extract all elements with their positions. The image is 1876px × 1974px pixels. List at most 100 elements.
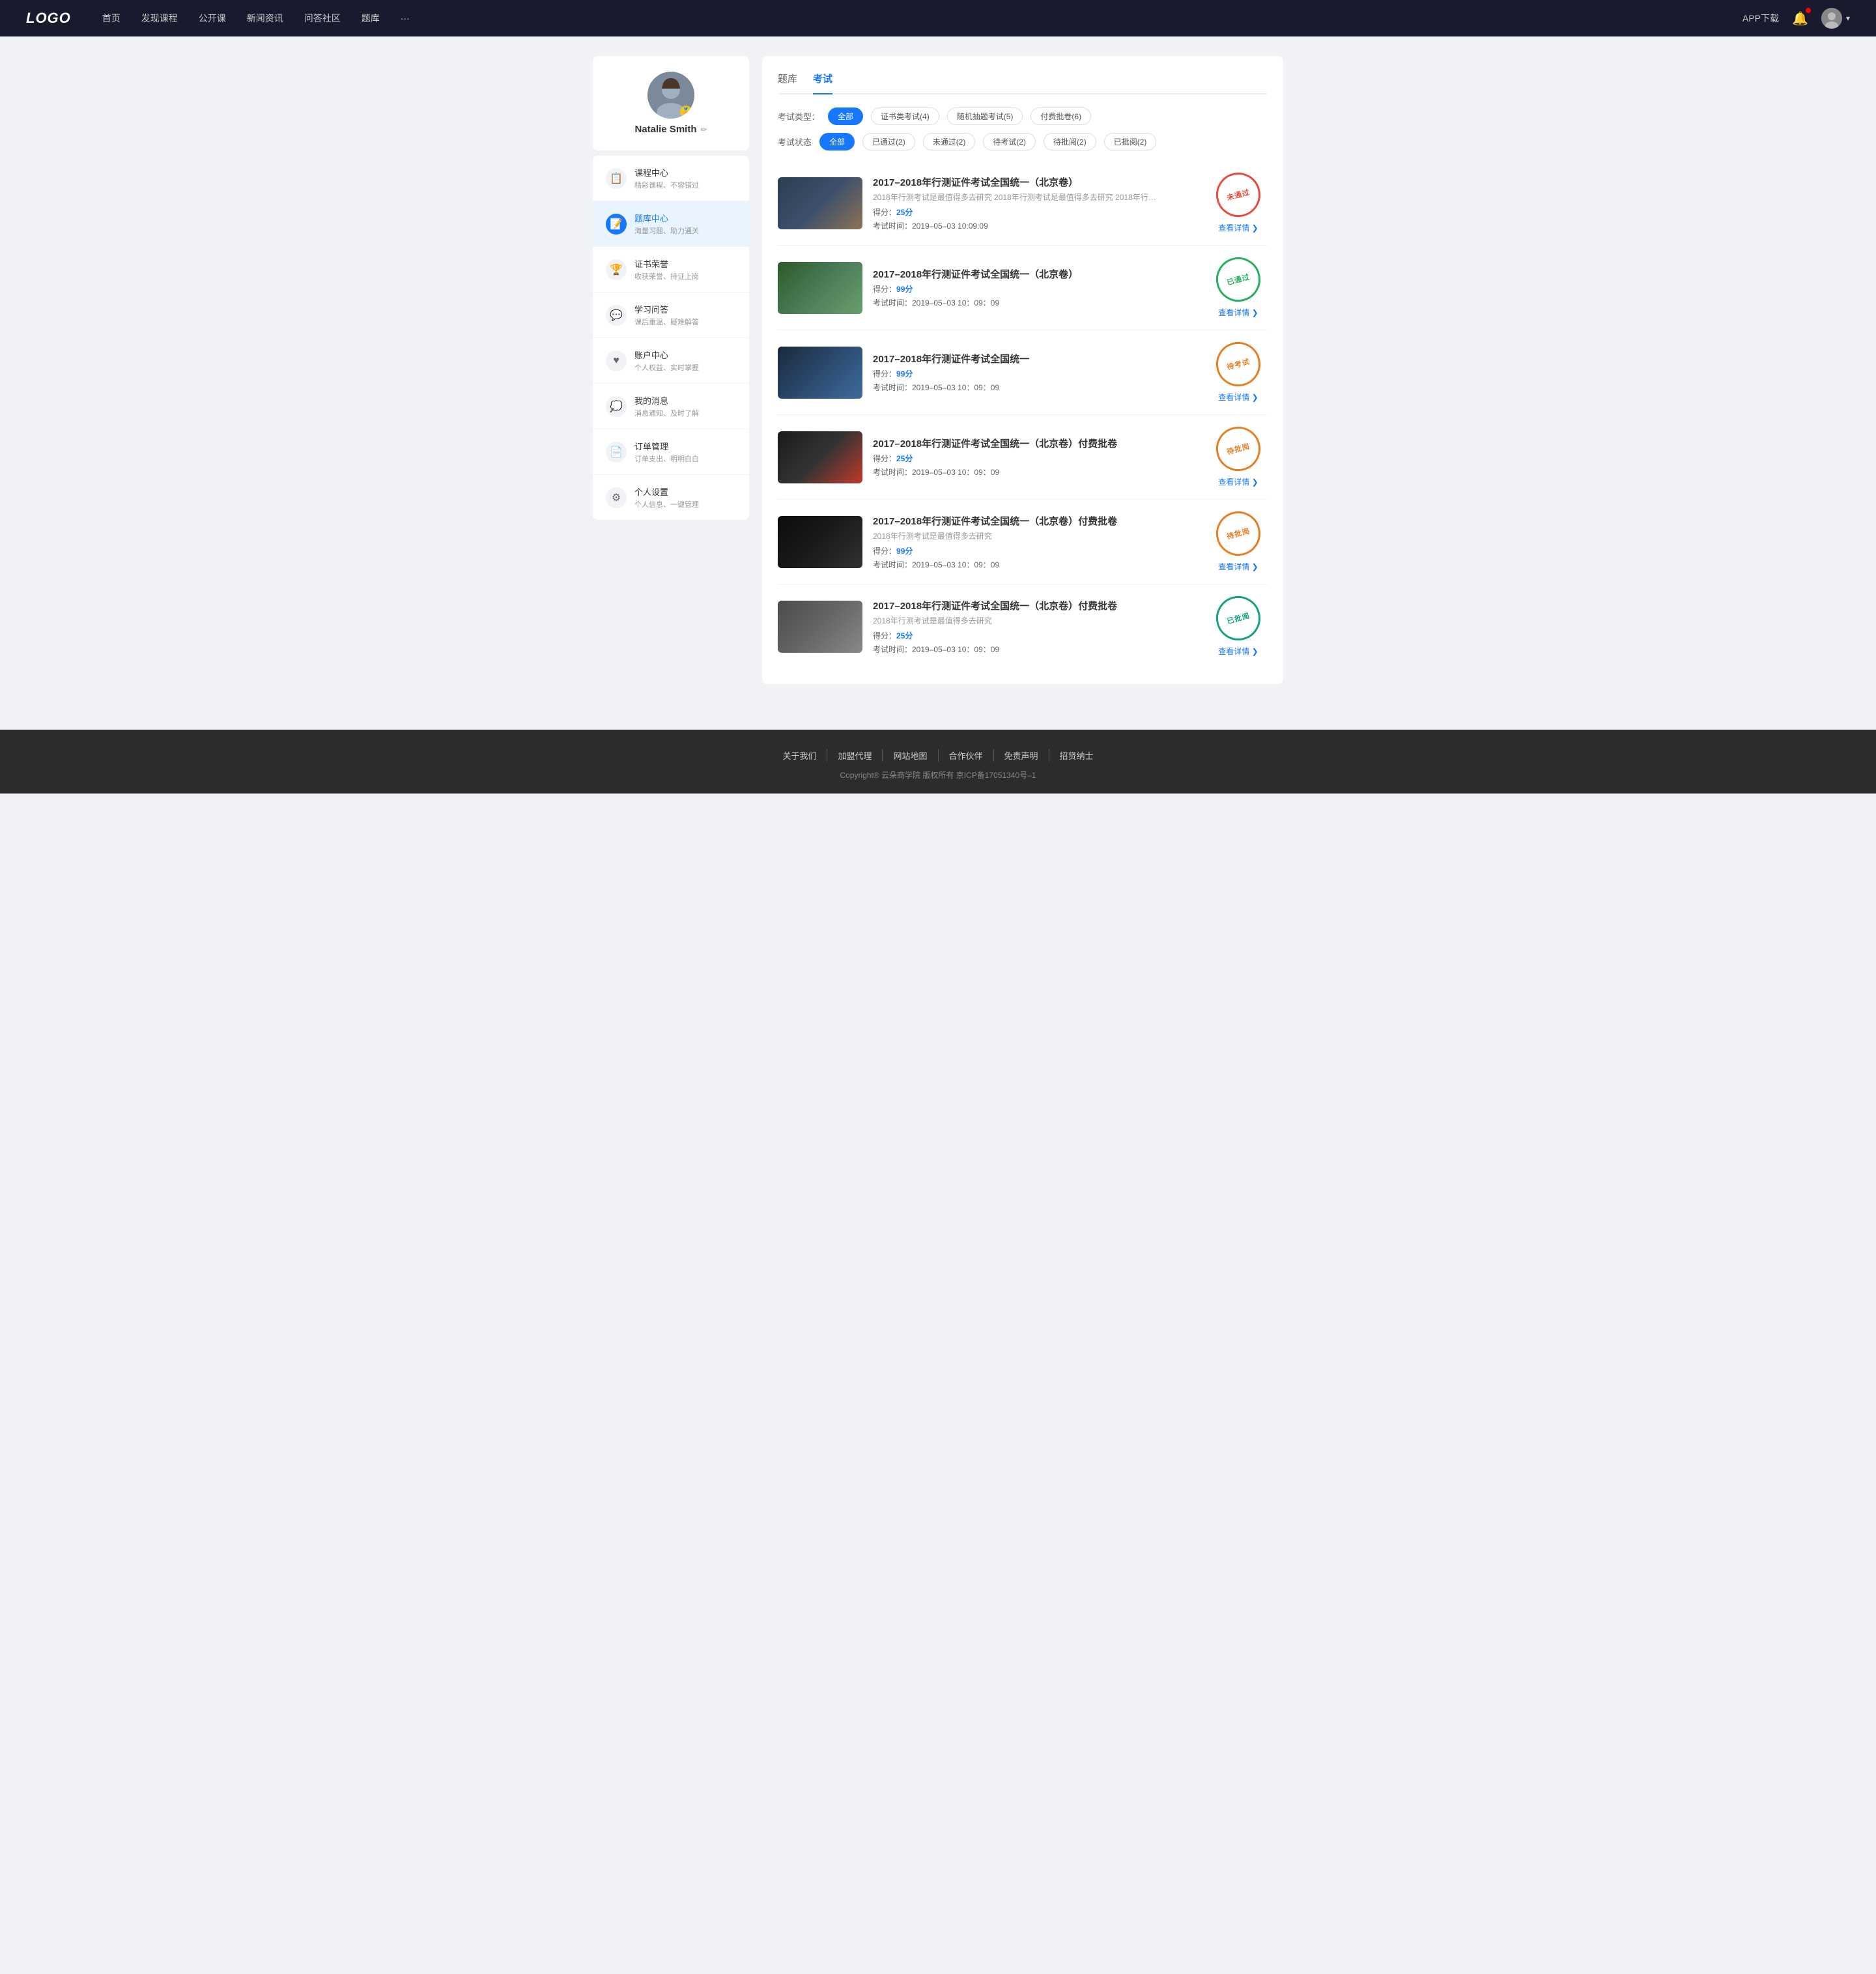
- account-title: 账户中心: [634, 349, 736, 361]
- exam-detail-link-3[interactable]: 查看详情 ❯: [1218, 392, 1258, 403]
- exam-status-stamp-1: 未通过: [1211, 167, 1265, 222]
- exam-info-2: 2017–2018年行测证件考试全国统一（北京卷） 得分：99分 考试时间：20…: [873, 267, 1199, 308]
- avatar: 🏅: [647, 72, 694, 119]
- settings-title: 个人设置: [634, 485, 736, 498]
- course-subtitle: 精彩课程、不容错过: [634, 180, 736, 190]
- exam-info-4: 2017–2018年行测证件考试全国统一（北京卷）付费批卷 得分：25分 考试时…: [873, 436, 1199, 478]
- footer-link-0[interactable]: 关于我们: [772, 749, 827, 762]
- exam-item-6: 2017–2018年行测证件考试全国统一（北京卷）付费批卷 2018年行测考试是…: [778, 584, 1268, 668]
- question-bank-icon: 📝: [606, 214, 627, 235]
- edit-profile-icon[interactable]: ✏: [700, 125, 707, 134]
- footer-link-1[interactable]: 加盟代理: [827, 749, 882, 762]
- exam-detail-link-1[interactable]: 查看详情 ❯: [1218, 222, 1258, 233]
- profile-name-row: Natalie Smith ✏: [603, 124, 739, 135]
- exam-thumb-5: [778, 516, 862, 568]
- exam-info-3: 2017–2018年行测证件考试全国统一 得分：99分 考试时间：2019–05…: [873, 352, 1199, 393]
- course-icon: 📋: [606, 168, 627, 189]
- filter-type-random[interactable]: 随机抽题考试(5): [947, 107, 1023, 125]
- filter-type-label: 考试类型：: [778, 110, 820, 122]
- exam-score-2: 得分：99分: [873, 283, 1199, 294]
- exam-right-3: 待考试 查看详情 ❯: [1209, 342, 1268, 403]
- settings-icon: ⚙: [606, 487, 627, 508]
- message-subtitle: 消息通知、及时了解: [634, 408, 736, 418]
- footer-links: 关于我们加盟代理网站地图合作伙伴免责声明招贤纳士: [13, 749, 1863, 762]
- nav-discover[interactable]: 发现课程: [141, 12, 178, 25]
- sidebar-item-certificate[interactable]: 🏆 证书荣誉 收获荣誉、持证上岗: [593, 247, 749, 293]
- exam-right-4: 待批阅 查看详情 ❯: [1209, 427, 1268, 487]
- nav-opencourse[interactable]: 公开课: [199, 12, 226, 25]
- chevron-down-icon: ▾: [1846, 14, 1850, 23]
- exam-title-6: 2017–2018年行测证件考试全国统一（北京卷）付费批卷: [873, 599, 1199, 612]
- filter-type-paid[interactable]: 付费批卷(6): [1030, 107, 1091, 125]
- user-avatar-dropdown[interactable]: ▾: [1821, 8, 1850, 29]
- footer-link-3[interactable]: 合作伙伴: [938, 749, 993, 762]
- exam-detail-link-5[interactable]: 查看详情 ❯: [1218, 561, 1258, 572]
- sidebar-item-message[interactable]: 💭 我的消息 消息通知、及时了解: [593, 384, 749, 429]
- certificate-title: 证书荣誉: [634, 257, 736, 270]
- exam-info-6: 2017–2018年行测证件考试全国统一（北京卷）付费批卷 2018年行测考试是…: [873, 599, 1199, 655]
- sidebar-item-settings[interactable]: ⚙ 个人设置 个人信息、一键管理: [593, 475, 749, 520]
- main-content: 题库 考试 考试类型： 全部 证书类考试(4) 随机抽题考试(5) 付费批卷(6…: [762, 56, 1283, 684]
- notification-bell[interactable]: 🔔: [1792, 10, 1808, 27]
- sidebar-item-course[interactable]: 📋 课程中心 精彩课程、不容错过: [593, 156, 749, 201]
- filter-status-passed[interactable]: 已通过(2): [862, 133, 915, 150]
- sidebar-item-qa[interactable]: 💬 学习问答 课后重温、疑难解答: [593, 293, 749, 338]
- footer-link-4[interactable]: 免责声明: [993, 749, 1049, 762]
- exam-score-6: 得分：25分: [873, 630, 1199, 641]
- exam-item-2: 2017–2018年行测证件考试全国统一（北京卷） 得分：99分 考试时间：20…: [778, 246, 1268, 330]
- exam-right-2: 已通过 查看详情 ❯: [1209, 257, 1268, 318]
- exam-score-4: 得分：25分: [873, 453, 1199, 464]
- filter-status-failed[interactable]: 未通过(2): [923, 133, 976, 150]
- exam-right-6: 已批阅 查看详情 ❯: [1209, 596, 1268, 657]
- exam-thumb-6: [778, 601, 862, 653]
- logo: LOGO: [26, 10, 71, 27]
- exam-time-4: 考试时间：2019–05–03 10：09：09: [873, 466, 1199, 478]
- header: LOGO 首页 发现课程 公开课 新闻资讯 问答社区 题库 ··· APP下载 …: [0, 0, 1876, 36]
- nav-questionbank[interactable]: 题库: [362, 12, 380, 25]
- main-container: 🏅 Natalie Smith ✏ 📋 课程中心 精彩课程、不容错过 📝 题库中…: [580, 36, 1296, 704]
- exam-item-5: 2017–2018年行测证件考试全国统一（北京卷）付费批卷 2018年行测考试是…: [778, 500, 1268, 584]
- footer: 关于我们加盟代理网站地图合作伙伴免责声明招贤纳士 Copyright® 云朵商学…: [0, 730, 1876, 794]
- exam-right-1: 未通过 查看详情 ❯: [1209, 173, 1268, 233]
- tab-question-bank[interactable]: 题库: [778, 72, 797, 94]
- exam-item-1: 2017–2018年行测证件考试全国统一（北京卷） 2018年行测考试是最值得多…: [778, 161, 1268, 246]
- sidebar-item-account[interactable]: ♥ 账户中心 个人权益、实时掌握: [593, 338, 749, 384]
- exam-detail-link-2[interactable]: 查看详情 ❯: [1218, 307, 1258, 318]
- filter-status-row: 考试状态 全部 已通过(2) 未通过(2) 待考试(2) 待批阅(2) 已批阅(…: [778, 133, 1268, 150]
- sidebar-item-order[interactable]: 📄 订单管理 订单支出、明明白白: [593, 429, 749, 475]
- sidebar-item-question-bank[interactable]: 📝 题库中心 海量习题、助力通关: [593, 201, 749, 247]
- nav-more[interactable]: ···: [401, 13, 410, 23]
- nav-news[interactable]: 新闻资讯: [247, 12, 283, 25]
- sidebar: 🏅 Natalie Smith ✏ 📋 课程中心 精彩课程、不容错过 📝 题库中…: [593, 56, 749, 684]
- footer-link-5[interactable]: 招贤纳士: [1049, 749, 1104, 762]
- exam-score-1: 得分：25分: [873, 207, 1199, 218]
- exam-detail-link-6[interactable]: 查看详情 ❯: [1218, 646, 1258, 657]
- question-bank-subtitle: 海量习题、助力通关: [634, 225, 736, 236]
- footer-link-2[interactable]: 网站地图: [882, 749, 937, 762]
- exam-list: 2017–2018年行测证件考试全国统一（北京卷） 2018年行测考试是最值得多…: [778, 161, 1268, 668]
- filter-type-row: 考试类型： 全部 证书类考试(4) 随机抽题考试(5) 付费批卷(6): [778, 107, 1268, 125]
- exam-thumb-1: [778, 177, 862, 229]
- exam-detail-link-4[interactable]: 查看详情 ❯: [1218, 476, 1258, 487]
- filter-status-label: 考试状态: [778, 136, 812, 148]
- filter-status-reviewed[interactable]: 已批阅(2): [1104, 133, 1157, 150]
- filter-status-pending[interactable]: 待考试(2): [983, 133, 1036, 150]
- exam-thumb-4: [778, 431, 862, 483]
- notification-badge: [1806, 8, 1811, 13]
- app-download-link[interactable]: APP下载: [1742, 12, 1779, 25]
- nav-qa[interactable]: 问答社区: [304, 12, 341, 25]
- message-icon: 💭: [606, 396, 627, 417]
- tab-exam[interactable]: 考试: [813, 72, 832, 94]
- exam-status-stamp-2: 已通过: [1211, 252, 1265, 306]
- filter-status-all[interactable]: 全部: [819, 133, 855, 150]
- filter-type-certificate[interactable]: 证书类考试(4): [871, 107, 939, 125]
- filter-status-pending-review[interactable]: 待批阅(2): [1044, 133, 1096, 150]
- course-title: 课程中心: [634, 166, 736, 179]
- filter-type-all[interactable]: 全部: [828, 107, 863, 125]
- exam-status-stamp-4: 待批阅: [1211, 422, 1265, 476]
- nav-home[interactable]: 首页: [102, 12, 121, 25]
- profile-card: 🏅 Natalie Smith ✏: [593, 56, 749, 150]
- badge-icon: 🏅: [680, 106, 692, 117]
- sidebar-menu: 📋 课程中心 精彩课程、不容错过 📝 题库中心 海量习题、助力通关 🏆 证书荣誉…: [593, 156, 749, 520]
- exam-time-2: 考试时间：2019–05–03 10：09：09: [873, 297, 1199, 308]
